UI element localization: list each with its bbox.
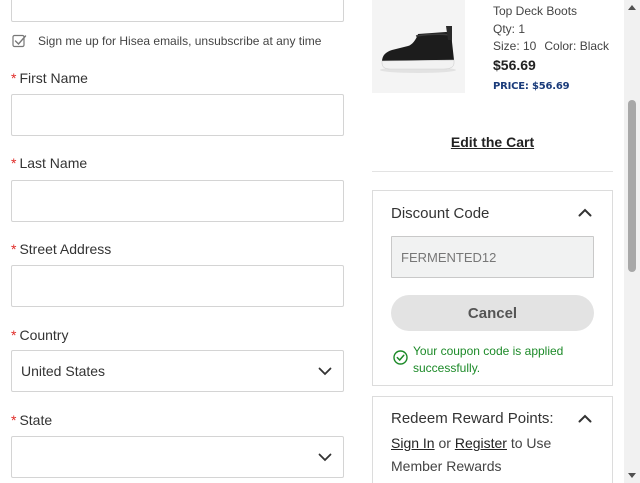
discount-title[interactable]: Discount Code — [391, 205, 489, 222]
product-size: Size: 10 — [493, 39, 537, 53]
discount-code-value: FERMENTED12 — [401, 249, 497, 265]
product-name: Top Deck Boots — [493, 4, 578, 18]
required-marker: * — [11, 412, 17, 428]
chevron-down-icon — [318, 453, 332, 462]
scroll-up-icon[interactable] — [628, 5, 636, 10]
country-label: * Country — [11, 327, 68, 343]
first-name-label: * First Name — [11, 70, 88, 86]
reward-title[interactable]: Redeem Reward Points: — [391, 410, 554, 427]
state-label: * State — [11, 412, 52, 428]
page-scrollbar[interactable] — [624, 0, 640, 483]
street-address-label: * Street Address — [11, 241, 111, 257]
product-color: Color: Black — [544, 39, 610, 53]
coupon-success-text: Your coupon code is applied successfully… — [413, 344, 564, 375]
register-link[interactable]: Register — [455, 435, 507, 451]
scrollbar-thumb[interactable] — [628, 100, 636, 272]
product-qty: Qty: 1 — [493, 22, 526, 36]
discount-panel: Discount Code FERMENTED12 Cancel Your co… — [372, 190, 613, 386]
state-label-text: State — [19, 412, 53, 428]
street-address-input[interactable] — [11, 265, 344, 307]
chevron-down-icon — [318, 367, 332, 376]
sign-in-link[interactable]: Sign In — [391, 435, 435, 451]
reward-signin-line: Sign In or Register to Use — [391, 435, 551, 451]
first-name-input[interactable] — [11, 94, 344, 136]
last-name-input[interactable] — [11, 180, 344, 222]
product-price-tag: PRICE: $56.69 — [493, 81, 570, 92]
country-select[interactable]: United States — [11, 350, 344, 392]
last-name-label-text: Last Name — [19, 155, 88, 171]
street-address-label-text: Street Address — [19, 241, 112, 257]
country-value: United States — [21, 363, 106, 379]
newsletter-checkbox-row[interactable]: Sign me up for Hisea emails, unsubscribe… — [12, 33, 321, 49]
discount-code-input[interactable]: FERMENTED12 — [391, 236, 594, 278]
newsletter-label: Sign me up for Hisea emails, unsubscribe… — [38, 34, 322, 48]
product-price: $56.69 — [493, 57, 536, 73]
scroll-down-icon[interactable] — [628, 473, 636, 478]
last-name-label: * Last Name — [11, 155, 87, 171]
state-select[interactable] — [11, 436, 344, 478]
country-label-text: Country — [19, 327, 69, 343]
check-circle-icon — [393, 350, 408, 365]
summary-divider — [372, 171, 613, 172]
boot-image — [380, 26, 456, 73]
product-options: Size: 10 Color: Black — [493, 39, 609, 53]
product-image[interactable] — [372, 0, 465, 93]
email-input[interactable] — [11, 0, 344, 22]
required-marker: * — [11, 70, 17, 86]
edit-cart-link[interactable]: Edit the Cart — [372, 134, 613, 150]
required-marker: * — [11, 155, 17, 171]
chevron-up-icon[interactable] — [578, 414, 592, 423]
required-marker: * — [11, 327, 17, 343]
coupon-success-message: Your coupon code is applied successfully… — [393, 343, 593, 377]
chevron-up-icon[interactable] — [578, 208, 592, 217]
reward-to-use-text: to Use — [510, 435, 552, 451]
member-rewards-text: Member Rewards — [391, 458, 502, 474]
cancel-coupon-button[interactable]: Cancel — [391, 295, 594, 331]
reward-points-panel: Redeem Reward Points: Sign In or Registe… — [372, 396, 613, 483]
checkbox-icon[interactable] — [12, 34, 27, 49]
reward-or-text: or — [438, 435, 451, 451]
required-marker: * — [11, 241, 17, 257]
first-name-label-text: First Name — [19, 70, 88, 86]
